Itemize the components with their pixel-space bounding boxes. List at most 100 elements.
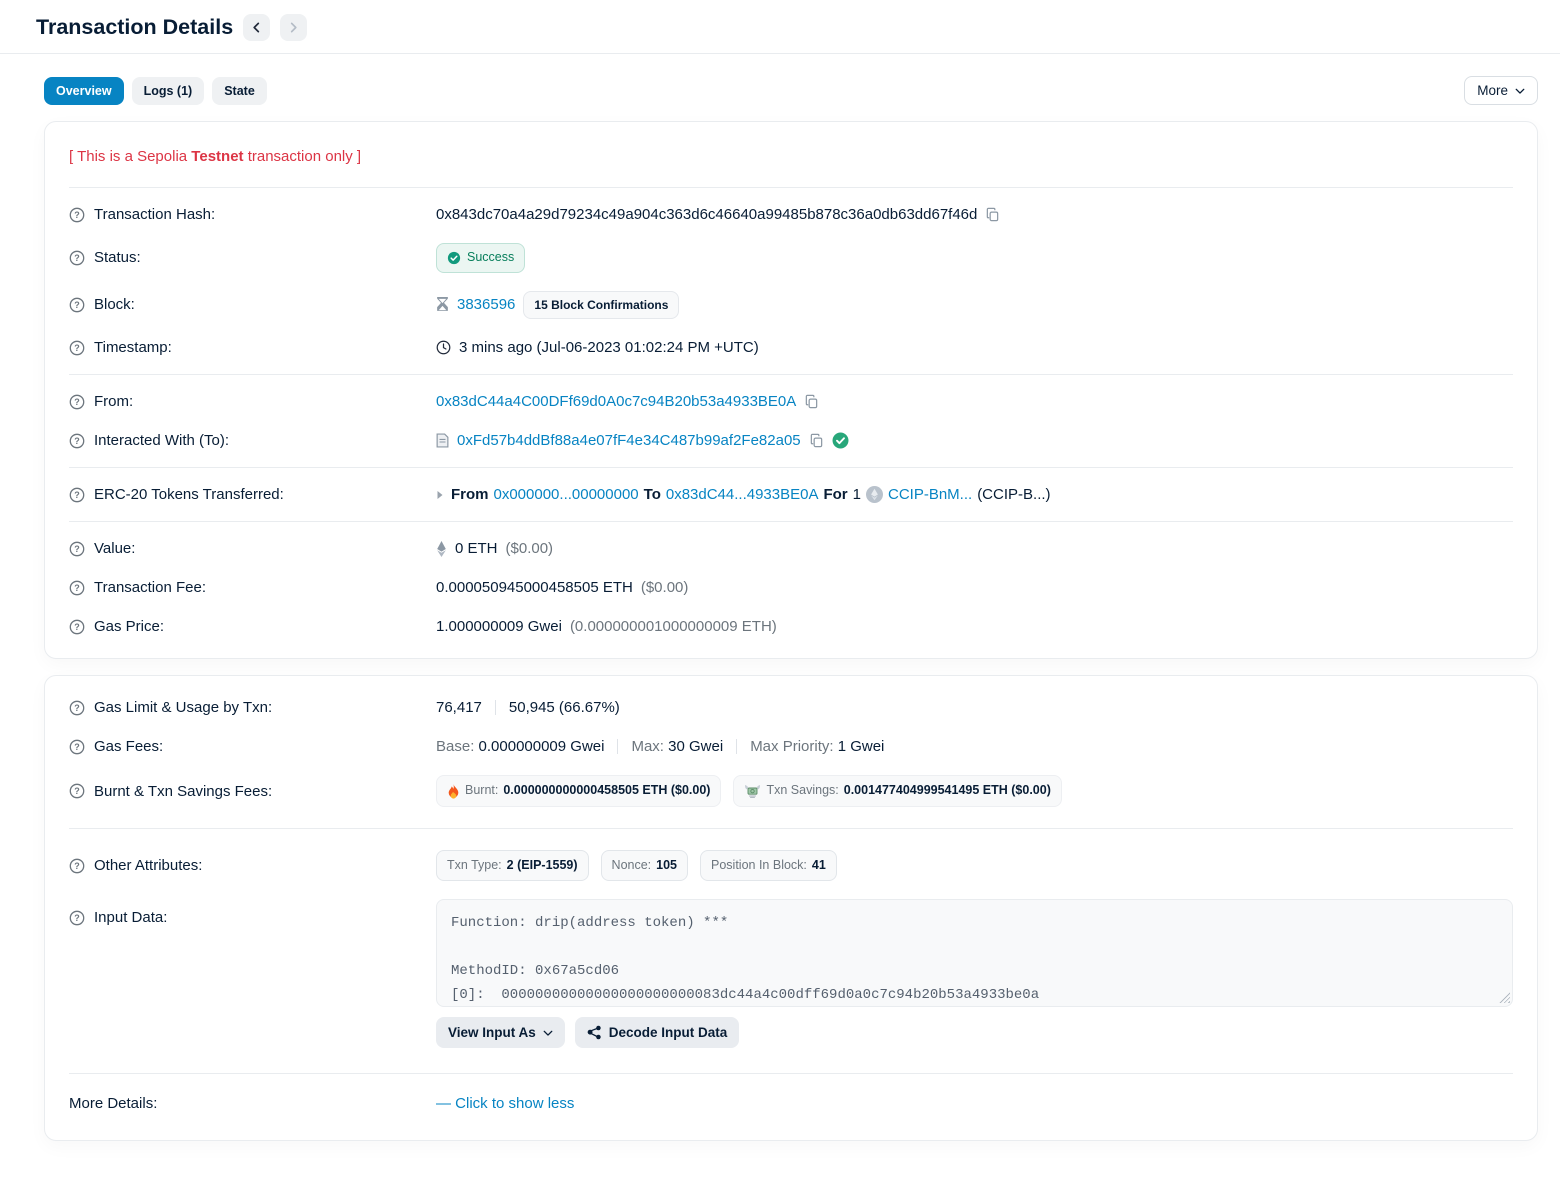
question-icon: ? <box>69 394 85 410</box>
testnet-warning: [ This is a Sepolia Testnet transaction … <box>69 130 1513 180</box>
decode-nodes-icon <box>587 1025 602 1040</box>
question-icon: ? <box>69 250 85 266</box>
divider <box>69 521 1513 522</box>
question-icon: ? <box>69 700 85 716</box>
view-input-as-button[interactable]: View Input As <box>436 1017 565 1048</box>
transfer-from-address[interactable]: 0x000000...00000000 <box>494 484 639 505</box>
copy-hash-button[interactable] <box>985 207 1000 222</box>
input-data-row: ? Input Data: Function: drip(address tok… <box>69 890 1513 1057</box>
svg-text:?: ? <box>74 343 80 353</box>
from-address-link[interactable]: 0x83dC44a4C00DFf69d0A0c7c94B20b53a4933BE… <box>436 391 796 412</box>
gas-usage-value: 50,945 (66.67%) <box>509 697 620 718</box>
tab-state[interactable]: State <box>212 77 267 105</box>
question-icon: ? <box>69 910 85 926</box>
position-in-block-badge: Position In Block: 41 <box>700 850 837 882</box>
question-icon: ? <box>69 433 85 449</box>
block-number-link[interactable]: 3836596 <box>457 294 515 315</box>
nonce-value: 105 <box>656 857 677 875</box>
from-row: ? From: 0x83dC44a4C00DFf69d0A0c7c94B20b5… <box>69 382 1513 421</box>
transaction-hash-row: ? Transaction Hash: 0x843dc70a4a29d79234… <box>69 195 1513 234</box>
value-label: Value: <box>94 538 135 559</box>
erc20-transfers-row: ? ERC-20 Tokens Transferred: From 0x0000… <box>69 475 1513 514</box>
separator <box>495 700 496 715</box>
nonce-badge: Nonce: 105 <box>601 850 688 882</box>
svg-text:?: ? <box>74 210 80 220</box>
from-label: From: <box>94 391 133 412</box>
copy-icon <box>809 433 824 448</box>
svg-text:?: ? <box>74 861 80 871</box>
question-icon: ? <box>69 739 85 755</box>
value-usd: ($0.00) <box>506 538 554 559</box>
transaction-hash-label: Transaction Hash: <box>94 204 215 225</box>
burnt-badge: Burnt: 0.000000000000458505 ETH ($0.00) <box>436 775 721 807</box>
more-button[interactable]: More <box>1464 76 1538 105</box>
transaction-fee-amount: 0.000050945000458505 ETH <box>436 577 633 598</box>
token-symbol: (CCIP-B...) <box>977 484 1050 505</box>
copy-icon <box>804 394 819 409</box>
position-in-block-value: 41 <box>812 857 826 875</box>
input-data-textarea[interactable]: Function: drip(address token) *** Method… <box>436 899 1513 1007</box>
page-title: Transaction Details <box>36 12 233 42</box>
tab-overview[interactable]: Overview <box>44 77 124 105</box>
flame-icon <box>447 784 460 799</box>
txn-type-label: Txn Type: <box>447 857 502 875</box>
question-icon: ? <box>69 858 85 874</box>
value-amount: 0 ETH <box>455 538 498 559</box>
gas-limit-label: Gas Limit & Usage by Txn: <box>94 697 272 718</box>
transfer-amount: 1 <box>853 484 861 505</box>
tab-logs[interactable]: Logs (1) <box>132 77 205 105</box>
svg-text:?: ? <box>74 490 80 500</box>
transaction-fee-usd: ($0.00) <box>641 577 689 598</box>
status-row: ? Status: Success <box>69 234 1513 282</box>
txn-type-badge: Txn Type: 2 (EIP-1559) <box>436 850 589 882</box>
question-icon: ? <box>69 487 85 503</box>
token-icon <box>866 486 883 503</box>
gas-price-row: ? Gas Price: 1.000000009 Gwei (0.0000000… <box>69 607 1513 646</box>
timestamp-row: ? Timestamp: 3 mins ago (Jul-06-2023 01:… <box>69 328 1513 367</box>
gas-fees-label: Gas Fees: <box>94 736 163 757</box>
divider <box>69 467 1513 468</box>
svg-text:?: ? <box>74 436 80 446</box>
next-transaction-button[interactable] <box>280 14 307 41</box>
other-attributes-label: Other Attributes: <box>94 855 202 876</box>
hourglass-icon <box>436 297 449 312</box>
value-row: ? Value: 0 ETH ($0.00) <box>69 529 1513 568</box>
burnt-savings-row: ? Burnt & Txn Savings Fees: Burnt: 0.000… <box>69 766 1513 816</box>
copy-to-address-button[interactable] <box>809 433 824 448</box>
erc20-transfers-label: ERC-20 Tokens Transferred: <box>94 484 284 505</box>
gas-price-amount: 1.000000009 Gwei <box>436 616 562 637</box>
timestamp-value: 3 mins ago (Jul-06-2023 01:02:24 PM +UTC… <box>459 337 759 358</box>
divider <box>69 828 1513 829</box>
token-name-link[interactable]: CCIP-BnM... <box>888 484 972 505</box>
transfer-to-address[interactable]: 0x83dC44...4933BE0A <box>666 484 819 505</box>
overview-card: [ This is a Sepolia Testnet transaction … <box>44 121 1538 659</box>
transaction-fee-label: Transaction Fee: <box>94 577 206 598</box>
to-address-link[interactable]: 0xFd57b4ddBf88a4e07fF4e34C487b99af2Fe82a… <box>457 430 801 451</box>
decode-input-data-button[interactable]: Decode Input Data <box>575 1017 740 1048</box>
chevron-left-icon <box>251 22 262 33</box>
gas-fees-row: ? Gas Fees: Base: 0.000000009 Gwei Max: … <box>69 727 1513 766</box>
page-header: Transaction Details <box>0 0 1560 54</box>
transfer-to-label: To <box>644 484 661 505</box>
input-data-label: Input Data: <box>94 907 167 928</box>
base-fee-label: Base: <box>436 736 474 757</box>
question-icon: ? <box>69 619 85 635</box>
svg-text:?: ? <box>74 703 80 713</box>
previous-transaction-button[interactable] <box>243 14 270 41</box>
base-fee-value: 0.000000009 Gwei <box>479 736 605 757</box>
burnt-badge-value: 0.000000000000458505 ETH ($0.00) <box>503 782 710 800</box>
svg-text:?: ? <box>74 742 80 752</box>
max-priority-fee-label: Max Priority: <box>750 736 833 757</box>
block-label: Block: <box>94 294 135 315</box>
copy-from-address-button[interactable] <box>804 394 819 409</box>
question-icon: ? <box>69 297 85 313</box>
input-data-actions: View Input As Decode Input Data <box>436 1017 1513 1048</box>
chevron-down-icon <box>1515 86 1525 96</box>
question-icon: ? <box>69 207 85 223</box>
question-icon: ? <box>69 340 85 356</box>
show-less-link[interactable]: — Click to show less <box>436 1093 574 1114</box>
verified-check-icon <box>832 432 849 449</box>
transfer-from-label: From <box>451 484 489 505</box>
minus-icon: — <box>436 1095 451 1112</box>
caret-right-icon <box>436 490 444 500</box>
